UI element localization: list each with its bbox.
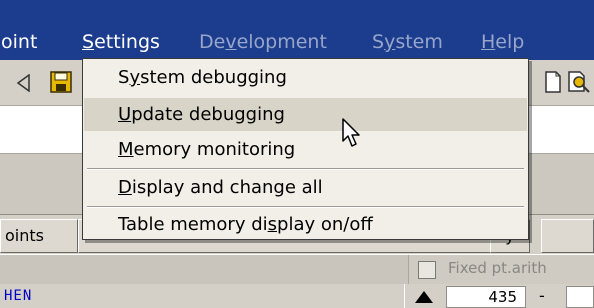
menu-item-table-memory-display[interactable]: Table memory display on/off [84, 208, 527, 241]
options-row: Fixed pt.arith [0, 254, 594, 285]
menu-item-update-debugging[interactable]: Update debugging [84, 98, 527, 131]
menu-item-system-debugging[interactable]: System debugging [84, 61, 527, 94]
menu-item-display-change-all[interactable]: Display and change all [84, 171, 527, 204]
menu-separator [87, 168, 524, 170]
number-field[interactable]: 435 [446, 286, 526, 308]
tab-far-right[interactable] [541, 219, 594, 253]
menu-development[interactable]: Development [199, 30, 327, 54]
triangle-up-icon [415, 291, 433, 303]
menu-settings[interactable]: Settings [82, 30, 160, 54]
source-code-text: HEN [4, 288, 33, 304]
tab-breakpoints[interactable]: oints [0, 219, 78, 253]
source-row: HEN 435 - [0, 284, 594, 308]
back-arrow-icon[interactable] [16, 74, 32, 92]
fixed-pt-checkbox[interactable] [418, 261, 436, 279]
mouse-pointer-icon [342, 118, 360, 147]
menu-help[interactable]: Help [481, 30, 524, 54]
menu-item-memory-monitoring[interactable]: Memory monitoring [84, 133, 527, 166]
find-icon[interactable] [566, 69, 592, 95]
settings-dropdown-menu: System debugging Update debugging Memory… [82, 58, 529, 240]
page-icon[interactable] [544, 71, 562, 93]
menu-system[interactable]: System [372, 30, 443, 54]
fixed-pt-label: Fixed pt.arith [448, 259, 547, 277]
dash-text: - [539, 286, 545, 305]
menu-bar: oint Settings Development System Help [0, 0, 594, 60]
save-icon[interactable] [50, 71, 72, 93]
number-field-2[interactable] [566, 286, 594, 308]
scroll-up-button[interactable] [404, 284, 442, 308]
menu-breakpoint[interactable]: oint [1, 30, 37, 54]
